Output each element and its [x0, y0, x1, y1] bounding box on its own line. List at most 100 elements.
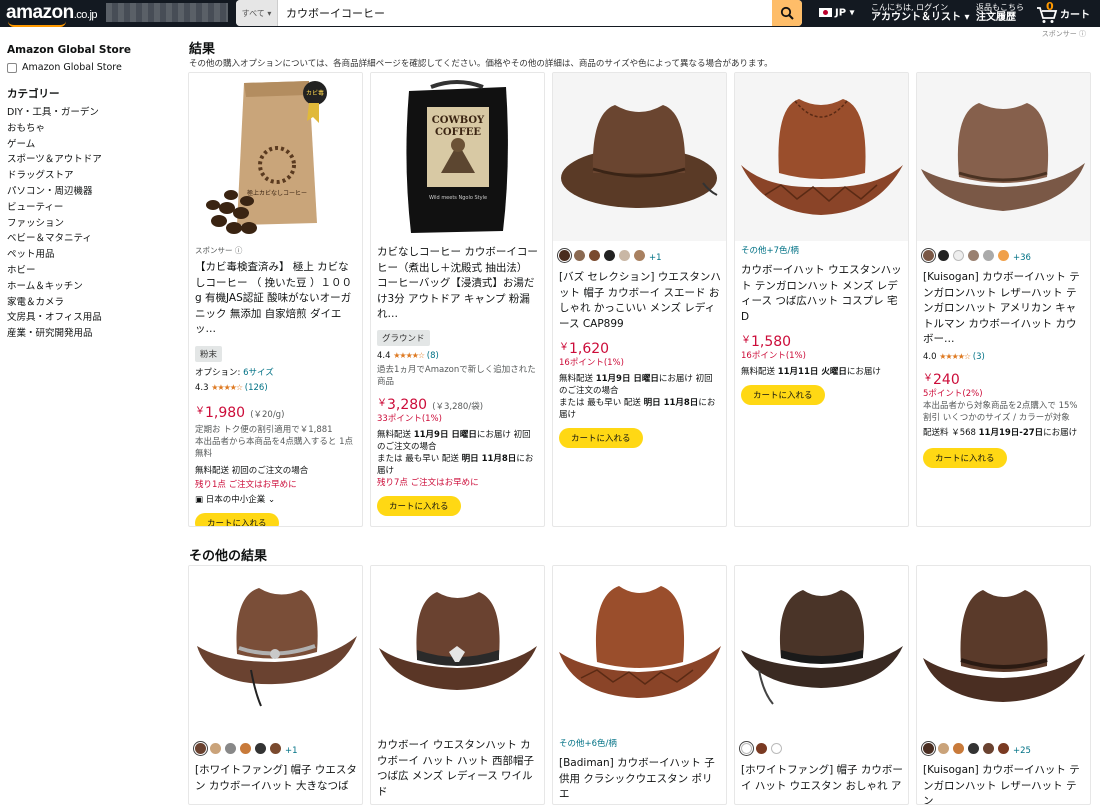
color-swatch[interactable] [210, 743, 221, 754]
product-image[interactable] [735, 73, 908, 241]
color-swatch[interactable] [923, 743, 934, 754]
color-swatch[interactable] [255, 743, 266, 754]
rating-row[interactable]: 4.3 ★★★★☆ (126) [195, 382, 357, 394]
product-title[interactable]: [バズ セレクション] ウエスタンハット 帽子 カウボーイ スエード おしゃれ … [559, 270, 721, 332]
product-image[interactable] [553, 566, 726, 734]
category-link[interactable]: 産業・研究開発用品 [7, 325, 93, 339]
color-swatch[interactable] [619, 250, 630, 261]
product-title[interactable]: [Kuisogan] カウボーイハット テンガロンハット レザーハット テンガロ… [923, 270, 1085, 348]
color-swatch[interactable] [953, 743, 964, 754]
more-colors-link[interactable]: その他+6色/柄 [559, 738, 721, 750]
color-swatch[interactable] [741, 743, 752, 754]
more-colors-link[interactable]: その他+7色/柄 [741, 245, 903, 257]
color-swatch[interactable] [604, 250, 615, 261]
color-swatch[interactable] [756, 743, 767, 754]
product-image[interactable] [553, 73, 726, 241]
category-link[interactable]: ホーム＆キッチン [7, 278, 83, 292]
product-title[interactable]: [Badiman] カウボーイハット 子供用 クラシックウエスタン ポリエ [559, 756, 721, 803]
color-swatch[interactable] [225, 743, 236, 754]
product-image[interactable] [917, 566, 1090, 734]
product-title[interactable]: 【カビ毒検査済み】 極上 カビなしコーヒー （ 挽いた豆 ）１００g 有機JAS… [195, 260, 357, 338]
category-link[interactable]: DIY・工具・ガーデン [7, 104, 99, 118]
options-link[interactable]: 6サイズ [243, 368, 274, 378]
product-card[interactable]: その他+6色/柄 [Badiman] カウボーイハット 子供用 クラシックウエス… [552, 565, 727, 805]
more-colors-link[interactable]: +25 [1013, 746, 1031, 756]
color-swatch[interactable] [938, 743, 949, 754]
product-title[interactable]: [Kuisogan] カウボーイハット テンガロンハット レザーハット テン [923, 763, 1085, 804]
color-swatch[interactable] [589, 250, 600, 261]
small-business-badge[interactable]: ▣ 日本の中小企業 ⌄ [195, 494, 357, 506]
color-swatch[interactable] [983, 250, 994, 261]
product-image[interactable] [917, 73, 1090, 241]
more-colors-link[interactable]: +1 [285, 746, 298, 756]
color-swatch[interactable] [574, 250, 585, 261]
orders-link[interactable]: 返品もこちら 注文履歴 [976, 3, 1024, 30]
search-category-select[interactable]: すべて ▾ [236, 0, 278, 26]
add-to-cart-button[interactable]: カートに入れる [559, 428, 643, 448]
rating-row[interactable]: 4.0 ★★★★☆ (3) [923, 351, 1085, 363]
category-link[interactable]: ゲーム [7, 136, 35, 150]
search-button[interactable] [772, 0, 802, 26]
product-image[interactable] [189, 566, 362, 734]
color-swatch[interactable] [771, 743, 782, 754]
product-image[interactable]: 極上カビなしコーヒー カビ毒 [189, 73, 362, 241]
product-title[interactable]: カビなしコーヒー カウボーイコーヒー（煮出し＋沈殿式 抽出法） コーヒーバッグ【… [377, 245, 539, 323]
product-card[interactable]: +1 [バズ セレクション] ウエスタンハット 帽子 カウボーイ スエード おし… [552, 72, 727, 527]
price: ￥1,980 [195, 404, 246, 421]
product-card[interactable]: +25 [Kuisogan] カウボーイハット テンガロンハット レザーハット … [916, 565, 1091, 805]
product-image[interactable] [735, 566, 908, 734]
product-card[interactable]: 極上カビなしコーヒー カビ毒 スポンサー ⓘ 【カビ毒検査済み】 極上 カビなし… [188, 72, 363, 527]
color-swatch[interactable] [998, 250, 1009, 261]
category-link[interactable]: ペット用品 [7, 246, 55, 260]
store-filter-checkbox[interactable]: Amazon Global Store [7, 62, 122, 73]
cart-link[interactable]: 0 カート [1036, 1, 1100, 29]
sponsored-label[interactable]: スポンサー ⓘ [1042, 29, 1086, 39]
add-to-cart-button[interactable]: カートに入れる [923, 447, 1007, 468]
category-link[interactable]: ベビー＆マタニティ [7, 230, 92, 244]
category-link[interactable]: 文房具・オフィス用品 [7, 309, 102, 323]
rating-row[interactable]: 4.4 ★★★★☆ (8) [377, 350, 539, 362]
color-swatch[interactable] [968, 250, 979, 261]
product-card[interactable]: +1 [ホワイトファング] 帽子 ウエスタン カウボーイハット 大きなつば [188, 565, 363, 805]
product-title[interactable]: [ホワイトファング] 帽子 ウエスタン カウボーイハット 大きなつば [195, 763, 357, 794]
product-title[interactable]: カウボーイ ウエスタンハット カウボーイ ハット ハット 西部帽子 つば広 メン… [377, 738, 539, 800]
sponsored-tag[interactable]: スポンサー ⓘ [195, 245, 357, 257]
color-swatch[interactable] [998, 743, 1009, 754]
amazon-logo[interactable]: amazon.co.jp [6, 2, 98, 27]
product-title[interactable]: [ホワイトファング] 帽子 カウボーイ ハット ウエスタン おしゃれ ア [741, 763, 903, 794]
color-swatch[interactable] [195, 743, 206, 754]
color-swatch[interactable] [938, 250, 949, 261]
category-link[interactable]: ビューティー [7, 199, 63, 213]
add-to-cart-button[interactable]: カートに入れる [741, 385, 825, 405]
product-card[interactable]: +36 [Kuisogan] カウボーイハット テンガロンハット レザーハット … [916, 72, 1091, 527]
color-swatch[interactable] [240, 743, 251, 754]
category-link[interactable]: ファッション [7, 215, 64, 229]
product-card[interactable]: COWBOY COFFEE Wild meets Ngolo Style カビな… [370, 72, 545, 527]
product-image[interactable]: COWBOY COFFEE Wild meets Ngolo Style [371, 73, 544, 241]
category-link[interactable]: 家電＆カメラ [7, 294, 64, 308]
product-card[interactable]: その他+7色/柄 カウボーイハット ウエスタンハット テンガロンハット メンズ … [734, 72, 909, 527]
checkbox-icon[interactable] [7, 62, 17, 73]
color-swatch[interactable] [634, 250, 645, 261]
category-link[interactable]: おもちゃ [7, 120, 45, 134]
more-colors-link[interactable]: +36 [1013, 253, 1031, 263]
category-link[interactable]: ドラッグストア [7, 167, 74, 181]
color-swatch[interactable] [983, 743, 994, 754]
add-to-cart-button[interactable]: カートに入れる [377, 495, 461, 516]
category-link[interactable]: ホビー [7, 262, 36, 276]
color-swatch[interactable] [923, 250, 934, 261]
category-link[interactable]: パソコン・周辺機器 [7, 183, 93, 197]
color-swatch[interactable] [953, 250, 964, 261]
add-to-cart-button[interactable]: カートに入れる [195, 512, 279, 526]
product-title[interactable]: カウボーイハット ウエスタンハット テンガロンハット メンズ レディース つば広… [741, 263, 903, 325]
account-menu[interactable]: こんにちは, ログイン アカウント＆リスト ▾ [871, 3, 970, 30]
color-swatch[interactable] [968, 743, 979, 754]
category-link[interactable]: スポーツ＆アウトドア [7, 151, 102, 165]
color-swatch[interactable] [270, 743, 281, 754]
more-colors-link[interactable]: +1 [649, 253, 662, 263]
product-image[interactable] [371, 566, 544, 734]
product-card[interactable]: カウボーイ ウエスタンハット カウボーイ ハット ハット 西部帽子 つば広 メン… [370, 565, 545, 805]
product-card[interactable]: [ホワイトファング] 帽子 カウボーイ ハット ウエスタン おしゃれ ア [734, 565, 909, 805]
search-input[interactable] [282, 0, 762, 26]
color-swatch[interactable] [559, 250, 570, 261]
